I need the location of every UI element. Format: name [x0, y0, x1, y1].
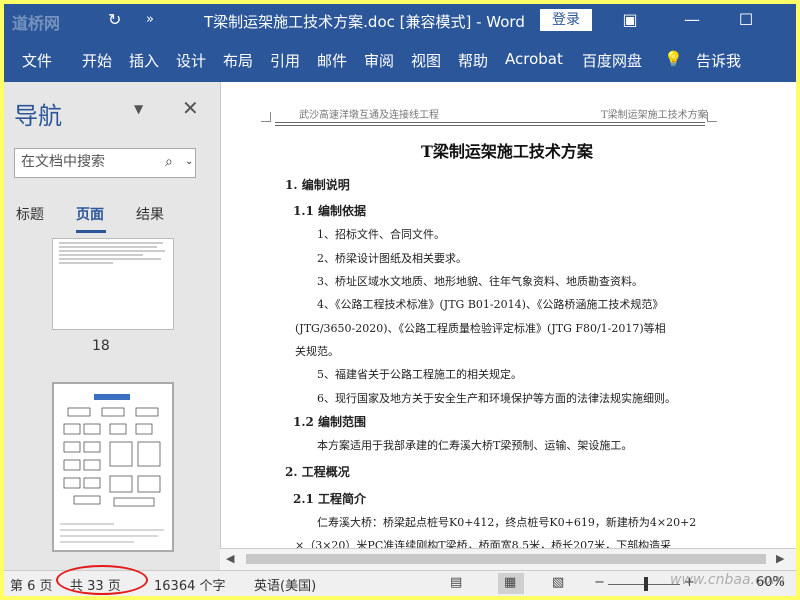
paragraph-line: 6、现行国家及地方关于安全生产和环境保护等方面的法律法规实施细则。	[317, 392, 676, 405]
read-mode-icon[interactable]: ▤	[450, 575, 462, 590]
horizontal-scrollbar[interactable]: ◀ ▶	[220, 548, 796, 570]
heading-1: 2. 工程概况	[285, 465, 350, 479]
thumbnail-flowchart	[60, 394, 164, 543]
chevron-down-icon[interactable]: ⌄	[185, 156, 193, 167]
paragraph-line: 5、福建省关于公路工程施工的相关规定。	[317, 368, 522, 381]
heading-2: 1.2 编制范围	[293, 415, 367, 429]
lightbulb-icon[interactable]: 💡	[664, 50, 683, 68]
minimize-icon[interactable]: —	[680, 8, 704, 32]
scroll-right-icon[interactable]: ▶	[776, 552, 784, 565]
tab-view[interactable]: 视图	[411, 50, 441, 71]
scroll-thumb[interactable]	[246, 554, 766, 564]
tab-results[interactable]: 结果	[136, 204, 164, 224]
thumbnail-content	[59, 242, 165, 264]
navigation-pane: 导航 ▼ ✕ ⌕ ⌄ 标题 页面 结果 18	[4, 82, 216, 570]
search-icon[interactable]: ⌕	[165, 154, 173, 170]
page-header-right: T梁制运架施工技术方案	[601, 110, 708, 121]
heading-2: 1.1 编制依据	[293, 204, 367, 218]
header-rule	[275, 125, 705, 126]
web-layout-icon[interactable]: ▧	[552, 575, 564, 590]
page-header-left: 武沙高速洋墩互通及连接线工程	[299, 110, 439, 121]
search-input[interactable]	[21, 154, 161, 170]
watermark-logo: 道桥网	[12, 14, 61, 33]
page-indicator[interactable]: 第 6 页	[10, 575, 53, 594]
restore-icon[interactable]: ☐	[734, 8, 758, 32]
paragraph-line: 2、桥梁设计图纸及相关要求。	[317, 252, 467, 265]
paragraph-line: 关规范。	[295, 345, 339, 358]
page-number-label: 18	[92, 338, 110, 354]
heading-1: 1. 编制说明	[285, 178, 350, 192]
language-indicator[interactable]: 英语(美国)	[254, 575, 316, 594]
paragraph-line: ×（3×20）米PC准连续刚构T梁桥，桥面宽8.5米，桥长207米，下部构造采	[295, 539, 672, 548]
tab-file[interactable]: 文件	[22, 50, 52, 71]
window-title: T梁制运架施工技术方案.doc [兼容模式] - Word	[204, 13, 525, 31]
tab-review[interactable]: 审阅	[364, 50, 394, 71]
login-button[interactable]: 登录	[540, 9, 592, 31]
annotation-circle	[56, 565, 148, 595]
paragraph-line: 本方案适用于我部承建的仁寿溪大桥T梁预制、运输、架设施工。	[317, 439, 633, 452]
active-tab-indicator	[76, 230, 106, 233]
undo-icon[interactable]: ↻	[108, 10, 121, 29]
paragraph-line: 仁寿溪大桥：桥梁起点桩号K0+412，终点桩号K0+619，新建桥为4×20+2	[317, 516, 697, 529]
document-page[interactable]: 武沙高速洋墩互通及连接线工程 T梁制运架施工技术方案 T梁制运架施工技术方案 1…	[221, 82, 796, 548]
crop-mark	[261, 112, 271, 122]
tab-layout[interactable]: 布局	[223, 50, 253, 71]
page-thumbnail-current[interactable]	[52, 382, 174, 552]
heading-2: 2.1 工程简介	[293, 492, 367, 506]
tab-pages[interactable]: 页面	[76, 204, 104, 224]
scroll-left-icon[interactable]: ◀	[226, 552, 234, 565]
print-layout-icon[interactable]: ▦	[504, 575, 516, 590]
word-window: 道桥网 ↻ » T梁制运架施工技术方案.doc [兼容模式] - Word 登录…	[4, 4, 796, 596]
word-count[interactable]: 16364 个字	[154, 575, 226, 594]
paragraph-line: 4、《公路工程技术标准》(JTG B01-2014)、《公路桥涵施工技术规范》	[317, 298, 664, 311]
nav-search-box[interactable]: ⌕ ⌄	[14, 148, 196, 178]
ribbon-options-icon[interactable]: ▣	[618, 8, 642, 32]
page-thumbnail[interactable]	[52, 238, 174, 330]
tab-home[interactable]: 开始	[82, 50, 112, 71]
chevron-down-icon[interactable]: ▼	[134, 102, 143, 116]
zoom-out-icon[interactable]: −	[594, 575, 605, 590]
ribbon-tabs: 文件 开始 插入 设计 布局 引用 邮件 审阅 视图 帮助 Acrobat 百度…	[4, 36, 796, 82]
tab-headings[interactable]: 标题	[16, 204, 44, 224]
close-icon[interactable]: ✕	[182, 96, 199, 120]
header-rule	[275, 122, 705, 123]
more-icon[interactable]: »	[146, 12, 154, 27]
tab-insert[interactable]: 插入	[129, 50, 159, 71]
tab-references[interactable]: 引用	[270, 50, 300, 71]
document-title: T梁制运架施工技术方案	[421, 142, 593, 161]
tab-baidu-netdisk[interactable]: 百度网盘	[582, 50, 642, 71]
tab-acrobat[interactable]: Acrobat	[505, 50, 563, 68]
title-bar: 道桥网 ↻ » T梁制运架施工技术方案.doc [兼容模式] - Word 登录…	[4, 4, 796, 36]
nav-title: 导航	[14, 102, 62, 130]
paragraph-line: (JTG/3650-2020)、《公路工程质量检验评定标准》(JTG F80/1…	[295, 322, 666, 335]
tab-mailings[interactable]: 邮件	[317, 50, 347, 71]
paragraph-line: 3、桥址区域水文地质、地形地貌、往年气象资料、地质勘查资料。	[317, 275, 643, 288]
tab-help[interactable]: 帮助	[458, 50, 488, 71]
tell-me[interactable]: 告诉我	[696, 50, 741, 71]
tab-design[interactable]: 设计	[176, 50, 206, 71]
site-watermark: www.cnbaa.com	[670, 572, 785, 588]
paragraph-line: 1、招标文件、合同文件。	[317, 228, 445, 241]
document-area[interactable]: 武沙高速洋墩互通及连接线工程 T梁制运架施工技术方案 T梁制运架施工技术方案 1…	[220, 82, 796, 548]
crop-mark	[707, 112, 717, 122]
zoom-slider-handle[interactable]	[644, 577, 648, 591]
